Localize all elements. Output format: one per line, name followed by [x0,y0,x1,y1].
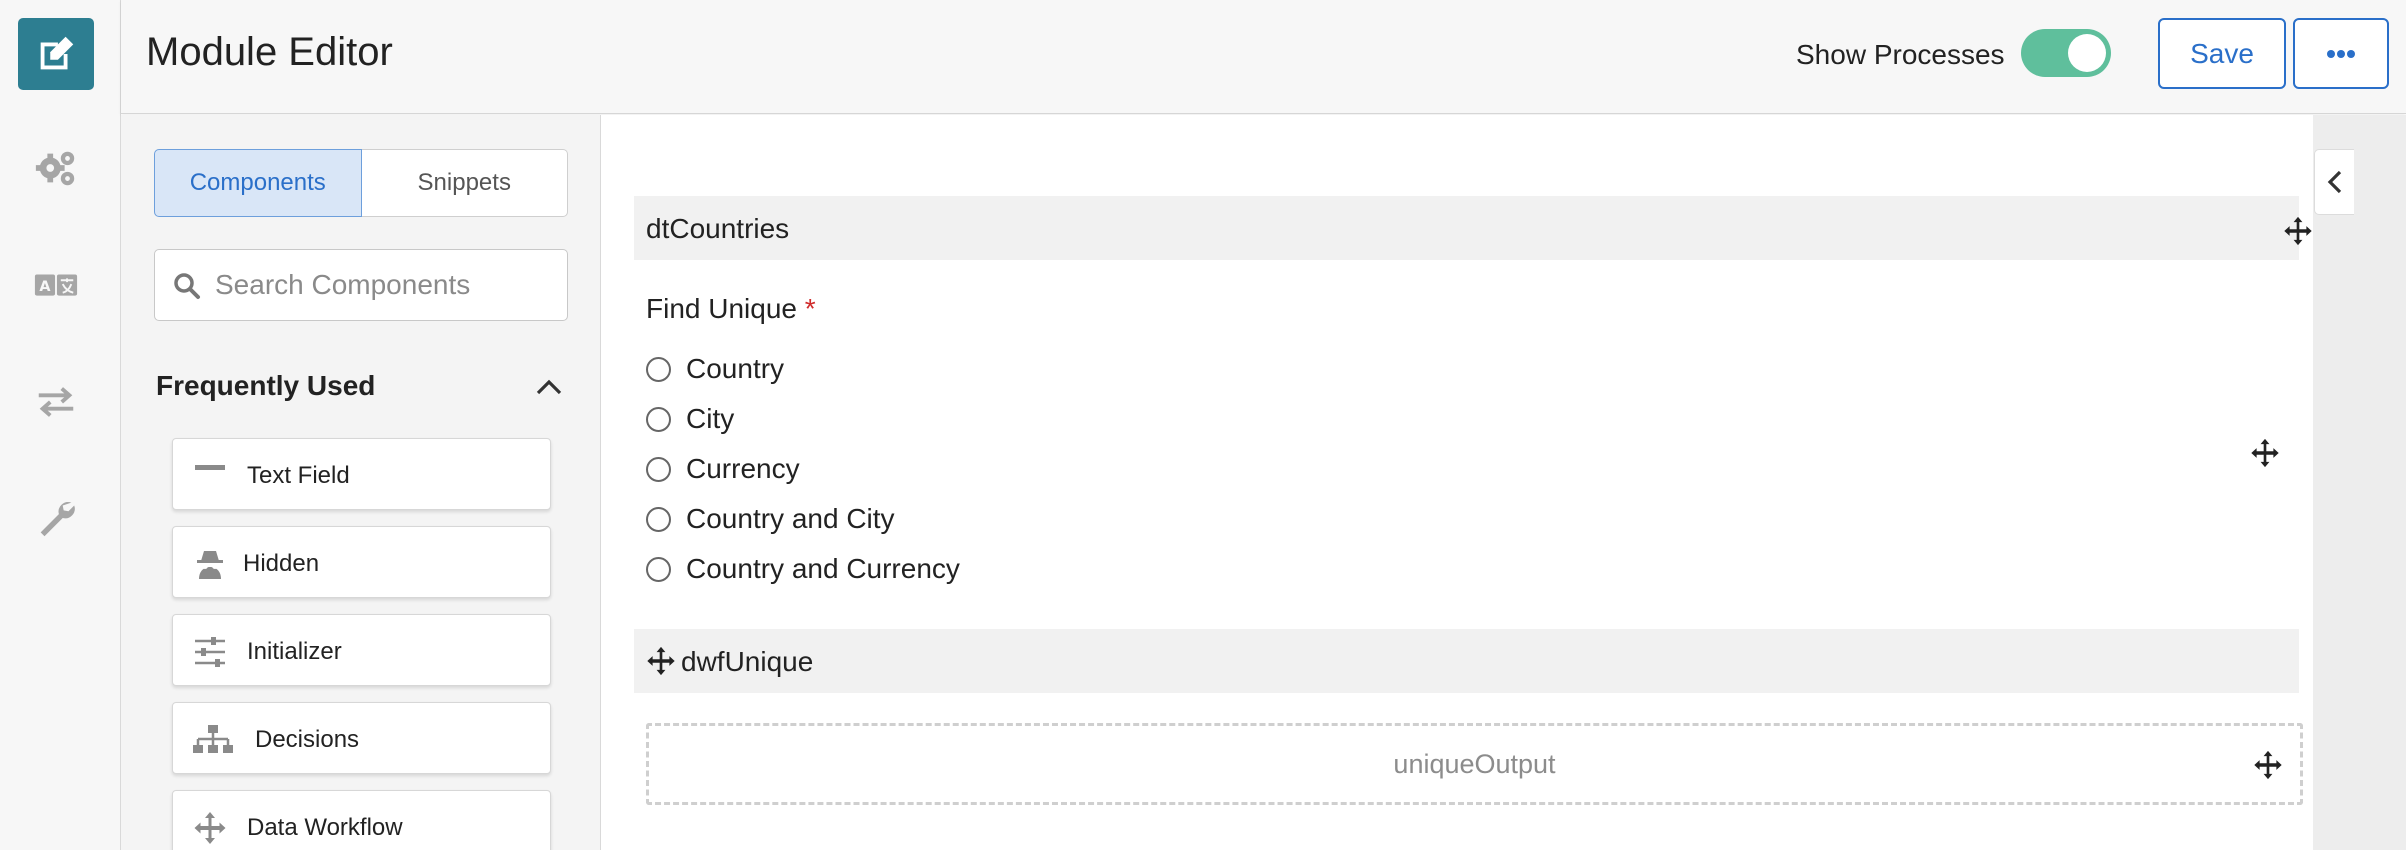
find-unique-label-text: Find Unique [646,293,797,324]
rail-translate-button[interactable]: A [18,250,94,322]
radio-button[interactable] [646,506,671,532]
rail-edit-button[interactable] [18,18,94,90]
output-placeholder[interactable]: uniqueOutput [646,723,2303,805]
page-title: Module Editor [146,30,393,74]
component-label: Decisions [255,726,360,753]
radio-option-label: Country [686,353,785,384]
workflow-block-title: dwfUnique [681,646,814,677]
panel-tabs: Components Snippets [154,149,568,217]
required-marker: * [804,293,816,324]
radio-option-label: Currency [686,453,800,484]
radio-option[interactable]: Country [646,351,784,387]
rail-transfer-button[interactable] [18,366,94,438]
translate-icon: A [34,274,78,296]
radio-option[interactable]: Currency [646,451,800,487]
datatable-block-header[interactable]: dtCountries [634,196,2312,260]
show-processes-toggle[interactable] [2021,29,2111,77]
component-label: Data Workflow [247,814,403,841]
component-hidden[interactable]: Hidden [172,526,551,598]
move-icon[interactable] [646,646,676,676]
component-label: Hidden [243,550,320,577]
wrench-icon [40,502,75,537]
tab-snippets[interactable]: Snippets [361,149,568,217]
edit-icon [40,36,74,70]
component-text-field[interactable]: Text Field [172,438,551,510]
more-options-button[interactable] [2293,18,2389,89]
editor-canvas: dtCountries Find Unique * Country City C… [601,115,2406,850]
save-button[interactable]: Save [2158,18,2286,89]
gears-icon [35,151,75,186]
radio-button[interactable] [646,456,671,482]
icon-rail: A [0,0,121,850]
spy-icon [197,551,223,579]
search-box [154,249,568,321]
sitemap-icon [193,725,233,753]
collapse-panel-button[interactable] [2314,149,2354,215]
toggle-knob [2068,34,2106,72]
radio-button[interactable] [646,356,671,382]
ellipsis-icon [2327,49,2355,58]
radio-option-label: Country and City [686,503,895,534]
component-initializer[interactable]: Initializer [172,614,551,686]
radio-option[interactable]: City [646,401,734,437]
radio-option[interactable]: Country and City [646,501,895,537]
move-icon [194,812,226,844]
datatable-block-title: dtCountries [646,213,790,244]
move-icon[interactable] [2283,216,2313,246]
rail-tools-button[interactable] [18,482,94,554]
radio-option[interactable]: Country and Currency [646,551,960,587]
component-label: Text Field [247,462,350,489]
output-placeholder-label: uniqueOutput [1393,749,1556,779]
search-input[interactable] [215,260,555,310]
component-data-workflow[interactable]: Data Workflow [172,790,551,850]
workflow-block-header[interactable]: dwfUnique [634,629,2299,693]
chevron-left-icon [2327,170,2341,194]
radio-option-label: City [686,403,735,434]
components-panel: Components Snippets Frequently Used Text… [121,115,601,850]
chevron-up-icon[interactable] [534,372,564,402]
svg-text:A: A [39,279,51,295]
radio-option-label: Country and Currency [686,553,960,584]
radio-button[interactable] [646,556,671,582]
module-sheet: dtCountries Find Unique * Country City C… [601,115,2313,850]
radio-button[interactable] [646,406,671,432]
tab-components[interactable]: Components [154,149,362,217]
rail-settings-button[interactable] [18,132,94,204]
sliders-icon [195,637,225,667]
search-icon [174,273,200,299]
move-icon[interactable] [2253,750,2283,780]
transfer-arrows-icon [38,387,74,417]
find-unique-label: Find Unique * [646,293,816,325]
text-field-icon [195,465,225,470]
component-label: Initializer [247,638,342,665]
move-icon[interactable] [2250,438,2280,468]
show-processes-label: Show Processes [1796,39,2005,70]
top-header: Module Editor Show Processes Save [121,0,2406,114]
section-title: Frequently Used [156,370,376,401]
component-decisions[interactable]: Decisions [172,702,551,774]
